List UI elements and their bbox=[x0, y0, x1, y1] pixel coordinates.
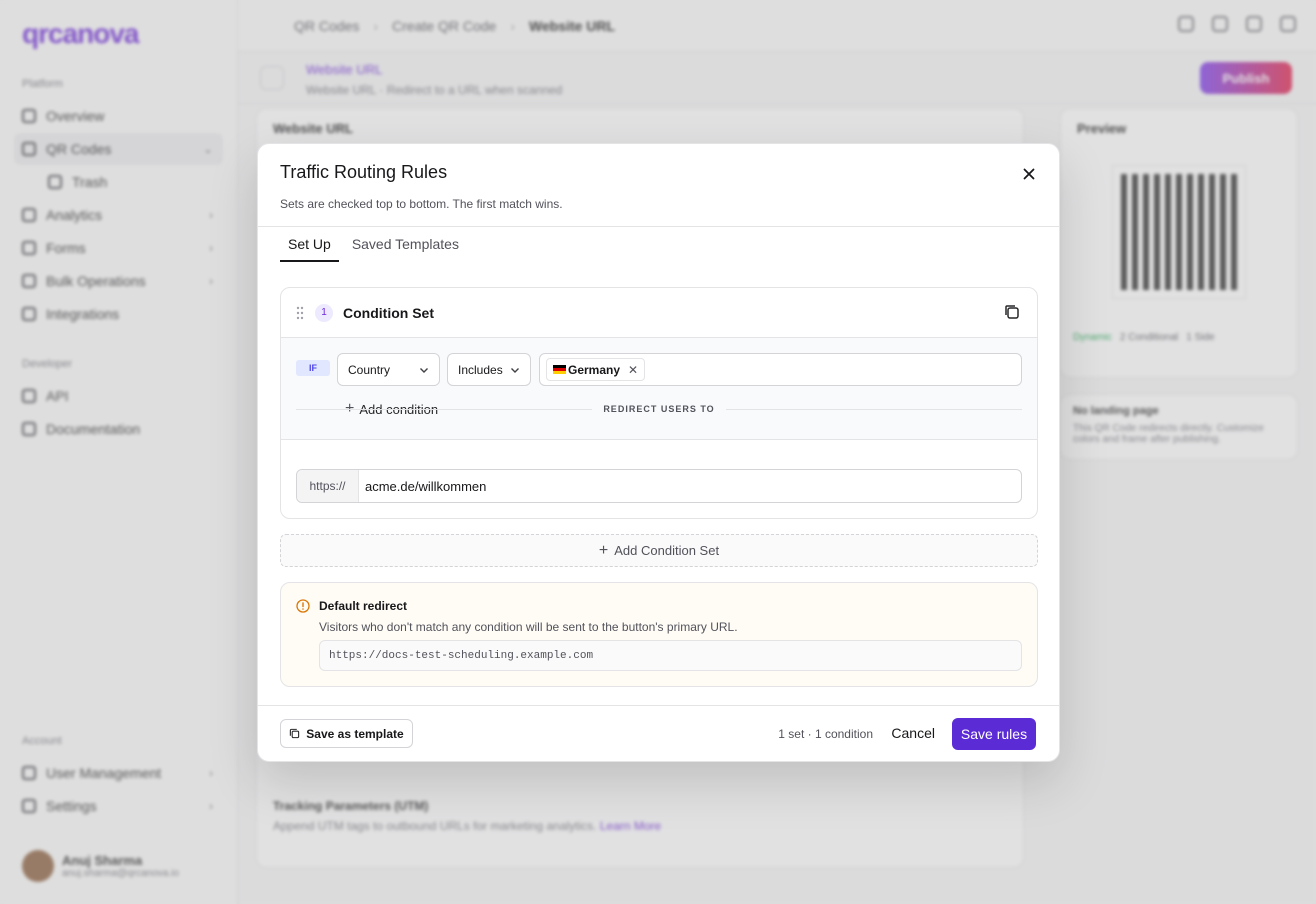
rules-summary: 1 set · 1 condition bbox=[778, 727, 873, 741]
close-icon bbox=[1023, 168, 1035, 180]
cancel-button[interactable]: Cancel bbox=[891, 725, 935, 741]
if-badge: IF bbox=[296, 360, 330, 376]
modal-title: Traffic Routing Rules bbox=[280, 162, 448, 182]
tab-set-up[interactable]: Set Up bbox=[280, 234, 339, 262]
tab-saved-templates[interactable]: Saved Templates bbox=[344, 234, 467, 262]
chevron-down-icon bbox=[511, 368, 519, 373]
add-condition-set-button[interactable]: + Add Condition Set bbox=[280, 534, 1038, 567]
field-select[interactable]: Country bbox=[337, 353, 440, 386]
remove-chip-icon[interactable]: ✕ bbox=[628, 363, 638, 377]
value-chip-label: Germany bbox=[568, 362, 621, 377]
redirect-url-field[interactable]: https:// acme.de/willkommen bbox=[296, 469, 1022, 503]
default-redirect-panel: Default redirect Visitors who don't matc… bbox=[280, 582, 1038, 687]
condition-set-title: Condition Set bbox=[343, 304, 434, 321]
plus-icon: + bbox=[598, 541, 609, 559]
modal-subtitle: Sets are checked top to bottom. The firs… bbox=[280, 197, 563, 211]
chevron-down-icon bbox=[420, 368, 428, 373]
redirect-label: REDIRECT USERS TO bbox=[296, 404, 1022, 414]
germany-flag-icon bbox=[553, 365, 566, 374]
header-divider bbox=[258, 226, 1059, 227]
url-prefix: https:// bbox=[297, 470, 359, 502]
redirect-url-value[interactable]: acme.de/willkommen bbox=[359, 479, 486, 494]
duplicate-icon[interactable] bbox=[1003, 303, 1021, 321]
save-as-template-button[interactable]: Save as template bbox=[280, 719, 413, 748]
operator-select[interactable]: Includes bbox=[447, 353, 531, 386]
close-button[interactable] bbox=[1019, 164, 1039, 184]
modal-tabs: Set Up Saved Templates bbox=[280, 234, 472, 262]
condition-set: 1 Condition Set IF Country Includes Germ… bbox=[280, 287, 1038, 519]
default-redirect-desc: Visitors who don't match any condition w… bbox=[319, 620, 738, 634]
condition-row: IF Country Includes Germany ✕ + Add cond… bbox=[281, 338, 1037, 440]
value-multiselect[interactable]: Germany ✕ bbox=[539, 353, 1022, 386]
add-condition-set-label: Add Condition Set bbox=[614, 543, 720, 558]
copy-icon bbox=[290, 728, 300, 739]
save-rules-button[interactable]: Save rules bbox=[952, 718, 1036, 750]
drag-handle-icon[interactable] bbox=[295, 306, 305, 320]
traffic-routing-modal: Traffic Routing Rules Sets are checked t… bbox=[257, 143, 1060, 762]
field-select-value: Country bbox=[348, 362, 391, 377]
condition-set-number: 1 bbox=[315, 303, 333, 322]
value-chip-germany: Germany ✕ bbox=[546, 358, 646, 381]
default-redirect-url: https://docs-test-scheduling.example.com bbox=[319, 640, 1022, 671]
footer-divider bbox=[258, 705, 1059, 706]
condition-set-header: 1 Condition Set bbox=[281, 288, 1037, 338]
default-redirect-title: Default redirect bbox=[319, 599, 408, 613]
save-as-template-label: Save as template bbox=[306, 726, 404, 741]
operator-select-value: Includes bbox=[458, 362, 503, 377]
info-icon bbox=[296, 599, 310, 613]
